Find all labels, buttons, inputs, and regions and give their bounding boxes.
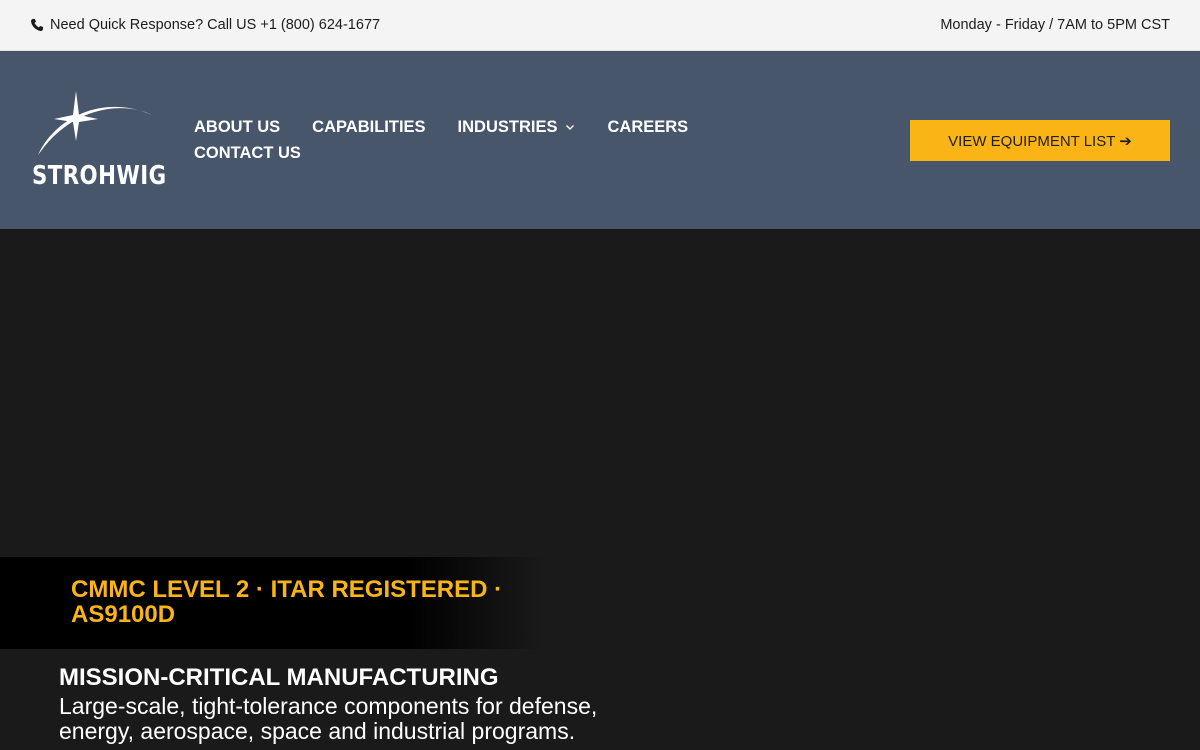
cta-label: VIEW EQUIPMENT LIST ➔ xyxy=(948,132,1132,150)
nav-label: CONTACT US xyxy=(194,143,301,162)
logo-wordmark: STROHWIG xyxy=(32,161,167,191)
site-header: STROHWIG ABOUT US CAPABILITIES INDUSTRIE… xyxy=(0,51,1200,229)
logo-star-arc-icon xyxy=(38,91,152,155)
quick-response-contact[interactable]: Need Quick Response? Call US +1 (800) 62… xyxy=(30,17,380,33)
nav-label: ABOUT US xyxy=(194,117,281,136)
chevron-down-icon xyxy=(566,125,575,130)
view-equipment-list-button[interactable]: VIEW EQUIPMENT LIST ➔ xyxy=(910,120,1170,161)
nav-row-2: CONTACT US xyxy=(194,140,714,166)
top-contact-bar: Need Quick Response? Call US +1 (800) 62… xyxy=(0,0,1200,51)
nav-item-contact-us[interactable]: CONTACT US xyxy=(194,144,301,163)
nav-label: CAREERS xyxy=(607,117,689,136)
nav-item-capabilities[interactable]: CAPABILITIES xyxy=(312,118,425,137)
nav-row-1: ABOUT US CAPABILITIES INDUSTRIES CAREERS xyxy=(194,114,714,140)
business-hours: Monday - Friday / 7AM to 5PM CST xyxy=(940,17,1170,33)
phone-text[interactable]: Need Quick Response? Call US +1 (800) 62… xyxy=(50,17,380,33)
hero-subtitle: Large-scale, tight-tolerance components … xyxy=(59,693,598,744)
nav-label: CAPABILITIES xyxy=(312,117,426,136)
nav-item-industries[interactable]: INDUSTRIES xyxy=(458,118,576,137)
nav-item-about-us[interactable]: ABOUT US xyxy=(194,118,280,137)
nav-label: INDUSTRIES xyxy=(457,117,558,136)
hero-title: MISSION-CRITICAL MANUFACTURING xyxy=(59,664,499,691)
strohwig-logo[interactable]: STROHWIG xyxy=(32,89,167,195)
certifications-text: CMMC LEVEL 2 · ITAR REGISTERED · AS9100D xyxy=(71,576,503,628)
nav-item-careers[interactable]: CAREERS xyxy=(607,118,688,137)
phone-icon xyxy=(31,18,44,31)
main-navigation: ABOUT US CAPABILITIES INDUSTRIES CAREERS… xyxy=(194,114,714,166)
